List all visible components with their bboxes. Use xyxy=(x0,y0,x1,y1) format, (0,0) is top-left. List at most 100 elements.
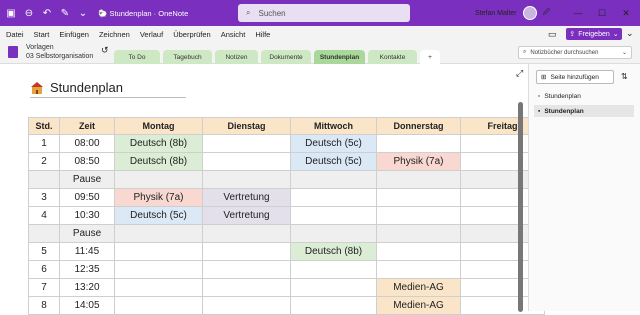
table-cell[interactable] xyxy=(114,224,203,243)
scrollbar-thumb[interactable] xyxy=(518,102,523,312)
lesson-cell[interactable]: Medien-AG xyxy=(376,296,461,315)
more-icon[interactable]: ⌄ xyxy=(76,6,90,20)
lesson-cell[interactable] xyxy=(290,278,377,297)
sort-icon[interactable]: ⇅ xyxy=(621,72,628,81)
lesson-cell[interactable] xyxy=(114,278,203,297)
period-number[interactable]: 4 xyxy=(28,206,60,225)
lesson-cell[interactable] xyxy=(202,260,291,279)
table-cell[interactable] xyxy=(202,224,291,243)
table-cell[interactable] xyxy=(28,224,60,243)
minimize-icon[interactable]: — xyxy=(566,0,590,26)
menu-item[interactable]: Ansicht xyxy=(221,30,246,39)
draw-icon[interactable]: ✎ xyxy=(58,6,72,20)
lesson-cell[interactable] xyxy=(202,152,291,171)
section-tab[interactable]: Notizen xyxy=(215,50,258,64)
menu-item[interactable]: Start xyxy=(34,30,50,39)
ribbon-collapse-icon[interactable]: ⌄ xyxy=(626,28,634,39)
period-time[interactable]: 08:50 xyxy=(59,152,115,171)
notebook-icon[interactable] xyxy=(8,46,18,58)
table-cell[interactable] xyxy=(28,170,60,189)
period-number[interactable]: 6 xyxy=(28,260,60,279)
lesson-cell[interactable]: Deutsch (8b) xyxy=(290,242,377,261)
pause-label[interactable]: Pause xyxy=(59,224,115,243)
period-time[interactable]: 10:30 xyxy=(59,206,115,225)
period-time[interactable]: 09:50 xyxy=(59,188,115,207)
search-box[interactable]: ⌕ Suchen xyxy=(238,4,410,22)
lesson-cell[interactable]: Deutsch (5c) xyxy=(290,134,377,153)
section-tab[interactable]: + xyxy=(420,50,440,64)
period-number[interactable]: 2 xyxy=(28,152,60,171)
notebook-search[interactable]: ⌕ Notizbücher durchsuchen ⌄ xyxy=(518,46,632,59)
lesson-cell[interactable]: Deutsch (8b) xyxy=(114,152,203,171)
lesson-cell[interactable] xyxy=(290,296,377,315)
maximize-icon[interactable]: ☐ xyxy=(590,0,614,26)
section-tab[interactable]: Dokumente xyxy=(261,50,311,64)
menu-item[interactable]: Datei xyxy=(6,30,24,39)
sync-icon[interactable]: ↺ xyxy=(101,45,109,56)
table-cell[interactable] xyxy=(376,224,461,243)
period-time[interactable]: 13:20 xyxy=(59,278,115,297)
menu-item[interactable]: Hilfe xyxy=(255,30,270,39)
page-list-item-active[interactable]: ▪ Stundenplan xyxy=(534,105,634,117)
lesson-cell[interactable] xyxy=(290,260,377,279)
period-number[interactable]: 5 xyxy=(28,242,60,261)
back-icon[interactable]: ⊖ xyxy=(22,6,36,20)
section-tab[interactable]: To Do xyxy=(114,50,160,64)
section-tab[interactable]: Tagebuch xyxy=(163,50,212,64)
lesson-cell[interactable] xyxy=(114,242,203,261)
period-number[interactable]: 3 xyxy=(28,188,60,207)
period-number[interactable]: 1 xyxy=(28,134,60,153)
lesson-cell[interactable] xyxy=(114,296,203,315)
table-cell[interactable] xyxy=(114,170,203,189)
page-title[interactable]: Stundenplan xyxy=(30,78,186,98)
period-time[interactable]: 14:05 xyxy=(59,296,115,315)
lesson-cell[interactable] xyxy=(202,278,291,297)
section-tab[interactable]: Stundenplan xyxy=(314,50,365,64)
expand-icon[interactable]: ⤢ xyxy=(516,68,523,79)
close-icon[interactable]: ✕ xyxy=(614,0,638,26)
lesson-cell[interactable] xyxy=(202,296,291,315)
period-time[interactable]: 11:45 xyxy=(59,242,115,261)
lesson-cell[interactable] xyxy=(376,188,461,207)
table-cell[interactable] xyxy=(290,170,377,189)
lesson-cell[interactable] xyxy=(290,188,377,207)
lesson-cell[interactable]: Vertretung xyxy=(202,206,291,225)
avatar[interactable] xyxy=(522,6,537,20)
menu-item[interactable]: Verlauf xyxy=(140,30,163,39)
lesson-cell[interactable]: Vertretung xyxy=(202,188,291,207)
section-tab[interactable]: Kontakte xyxy=(368,50,417,64)
period-number[interactable]: 8 xyxy=(28,296,60,315)
pen-icon[interactable]: 🖉 xyxy=(543,8,550,19)
period-time[interactable]: 08:00 xyxy=(59,134,115,153)
notebook-name[interactable]: Vorlagen 03 Selbstorganisation xyxy=(26,43,93,61)
lesson-cell[interactable] xyxy=(376,242,461,261)
lesson-cell[interactable]: Physik (7a) xyxy=(114,188,203,207)
lesson-cell[interactable] xyxy=(202,134,291,153)
undo-icon[interactable]: ↶ xyxy=(40,6,54,20)
menu-item[interactable]: Überprüfen xyxy=(173,30,211,39)
lesson-cell[interactable] xyxy=(376,134,461,153)
period-time[interactable]: 12:35 xyxy=(59,260,115,279)
menu-item[interactable]: Einfügen xyxy=(59,30,89,39)
lesson-cell[interactable] xyxy=(376,260,461,279)
table-cell[interactable] xyxy=(202,170,291,189)
table-cell[interactable] xyxy=(376,170,461,189)
share-button[interactable]: ⇪ Freigeben ⌄ xyxy=(566,28,622,40)
sticky-note-icon[interactable]: ▭ xyxy=(548,29,557,40)
period-number[interactable]: 7 xyxy=(28,278,60,297)
lesson-cell[interactable] xyxy=(202,242,291,261)
page-list-item[interactable]: ▫ Stundenplan xyxy=(534,90,634,102)
lesson-cell[interactable]: Deutsch (8b) xyxy=(114,134,203,153)
lesson-cell[interactable] xyxy=(376,206,461,225)
scrollbar[interactable] xyxy=(518,86,523,312)
lesson-cell[interactable]: Medien-AG xyxy=(376,278,461,297)
lesson-cell[interactable]: Deutsch (5c) xyxy=(114,206,203,225)
lesson-cell[interactable]: Physik (7a) xyxy=(376,152,461,171)
user-area[interactable]: Stefan Malter 🖉 xyxy=(475,0,550,26)
lesson-cell[interactable]: Deutsch (5c) xyxy=(290,152,377,171)
pause-label[interactable]: Pause xyxy=(59,170,115,189)
add-page-button[interactable]: ⊞ Seite hinzufügen xyxy=(536,70,614,84)
lesson-cell[interactable] xyxy=(290,206,377,225)
table-cell[interactable] xyxy=(290,224,377,243)
menu-item[interactable]: Zeichnen xyxy=(99,30,130,39)
